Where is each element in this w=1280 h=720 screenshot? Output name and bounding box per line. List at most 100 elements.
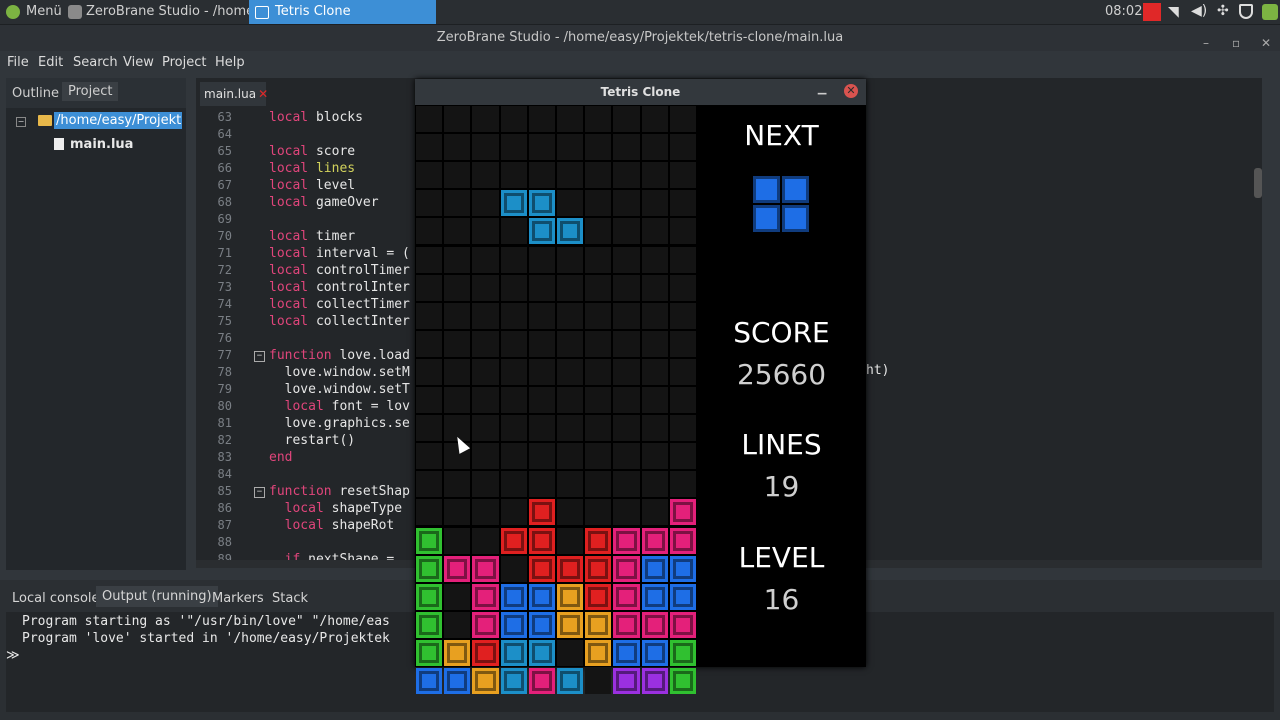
empty-cell	[472, 499, 499, 526]
block-cell	[500, 611, 527, 638]
tab-output[interactable]: Output (running)	[96, 586, 218, 607]
dropbox-icon[interactable]: ✣	[1217, 3, 1229, 19]
block-cell	[669, 639, 696, 666]
empty-cell	[641, 274, 668, 301]
block-cell	[613, 668, 640, 695]
taskbar: Menü ZeroBrane Studio - /home... Tetris …	[0, 0, 1280, 25]
close-icon[interactable]: ✕	[844, 84, 858, 98]
vertical-scrollbar[interactable]	[1254, 168, 1262, 198]
empty-cell	[444, 162, 471, 189]
line-number: 64	[217, 127, 232, 141]
empty-cell	[557, 387, 584, 414]
empty-cell	[585, 162, 612, 189]
empty-cell	[613, 330, 640, 357]
empty-cell	[641, 190, 668, 217]
tab-project[interactable]: Project	[62, 82, 119, 101]
shield-icon[interactable]	[1239, 4, 1253, 19]
editor-tab-main-lua[interactable]: main.lua ✕	[200, 82, 268, 106]
code-line: local collectTimer	[269, 297, 410, 312]
block-cell	[528, 668, 555, 695]
editor-tab-label: main.lua	[204, 87, 257, 101]
line-number: 85	[217, 484, 232, 498]
updates-icon[interactable]	[1262, 4, 1278, 20]
empty-cell	[472, 387, 499, 414]
empty-cell	[613, 358, 640, 385]
empty-cell	[444, 302, 471, 329]
empty-cell	[416, 274, 443, 301]
wifi-icon[interactable]: ◥	[1168, 4, 1179, 20]
empty-cell	[472, 358, 499, 385]
tab-markers[interactable]: Markers	[206, 588, 270, 609]
empty-cell	[528, 106, 555, 133]
block-cell	[585, 639, 612, 666]
block-cell	[641, 611, 668, 638]
empty-cell	[444, 274, 471, 301]
taskbar-item-zerobrane[interactable]: ZeroBrane Studio - /home...	[64, 0, 267, 24]
empty-cell	[585, 134, 612, 161]
empty-cell	[557, 358, 584, 385]
menu-view[interactable]: View	[123, 55, 154, 70]
empty-cell	[613, 443, 640, 470]
empty-cell	[557, 415, 584, 442]
tab-local-console[interactable]: Local console	[6, 588, 106, 609]
taskbar-item-tetris[interactable]: Tetris Clone	[249, 0, 436, 24]
empty-cell	[416, 471, 443, 498]
empty-cell	[528, 358, 555, 385]
empty-cell	[557, 106, 584, 133]
record-icon[interactable]	[1143, 3, 1161, 21]
menu-help[interactable]: Help	[215, 55, 245, 70]
line-number: 86	[217, 501, 232, 515]
tab-outline[interactable]: Outline	[6, 84, 65, 103]
empty-cell	[444, 583, 471, 610]
clock: 08:02	[1105, 4, 1143, 19]
block-cell	[585, 611, 612, 638]
fold-marker-icon[interactable]: −	[254, 351, 265, 362]
empty-cell	[444, 134, 471, 161]
empty-cell	[500, 443, 527, 470]
block-cell	[416, 668, 443, 695]
next-block-cell	[782, 176, 809, 203]
fold-marker-icon[interactable]: −	[254, 487, 265, 498]
game-board[interactable]	[415, 105, 697, 695]
block-cell	[528, 639, 555, 666]
collapse-icon[interactable]: −	[16, 117, 26, 127]
tree-file[interactable]: main.lua	[70, 137, 133, 152]
empty-cell	[585, 443, 612, 470]
empty-cell	[444, 611, 471, 638]
tree-folder[interactable]: /home/easy/Projektek	[54, 112, 182, 129]
empty-cell	[416, 330, 443, 357]
minimize-icon[interactable]: −	[816, 81, 828, 107]
tab-stack[interactable]: Stack	[266, 588, 314, 609]
empty-cell	[416, 387, 443, 414]
score-value: 25660	[736, 358, 827, 391]
block-cell	[528, 527, 555, 554]
empty-cell	[416, 246, 443, 273]
next-block-cell	[753, 205, 780, 232]
lines-label: LINES	[741, 428, 822, 461]
empty-cell	[500, 330, 527, 357]
window-title: ZeroBrane Studio - /home/easy/Projektek/…	[436, 30, 844, 45]
code-line: local shapeType	[284, 501, 403, 516]
empty-cell	[557, 246, 584, 273]
empty-cell	[500, 415, 527, 442]
line-number: 68	[217, 195, 232, 209]
menu-file[interactable]: File	[7, 55, 29, 70]
empty-cell	[416, 218, 443, 245]
close-tab-icon[interactable]: ✕	[258, 87, 268, 101]
block-cell	[641, 527, 668, 554]
menu-project[interactable]: Project	[162, 55, 206, 70]
empty-cell	[585, 330, 612, 357]
volume-icon[interactable]: ◀)	[1191, 3, 1207, 19]
empty-cell	[444, 358, 471, 385]
empty-cell	[500, 274, 527, 301]
empty-cell	[641, 358, 668, 385]
block-cell	[528, 555, 555, 582]
empty-cell	[557, 330, 584, 357]
block-cell	[472, 555, 499, 582]
line-number: 73	[217, 280, 232, 294]
menu-search[interactable]: Search	[73, 55, 118, 70]
menu-edit[interactable]: Edit	[38, 55, 63, 70]
empty-cell	[472, 330, 499, 357]
empty-cell	[416, 106, 443, 133]
empty-cell	[472, 190, 499, 217]
